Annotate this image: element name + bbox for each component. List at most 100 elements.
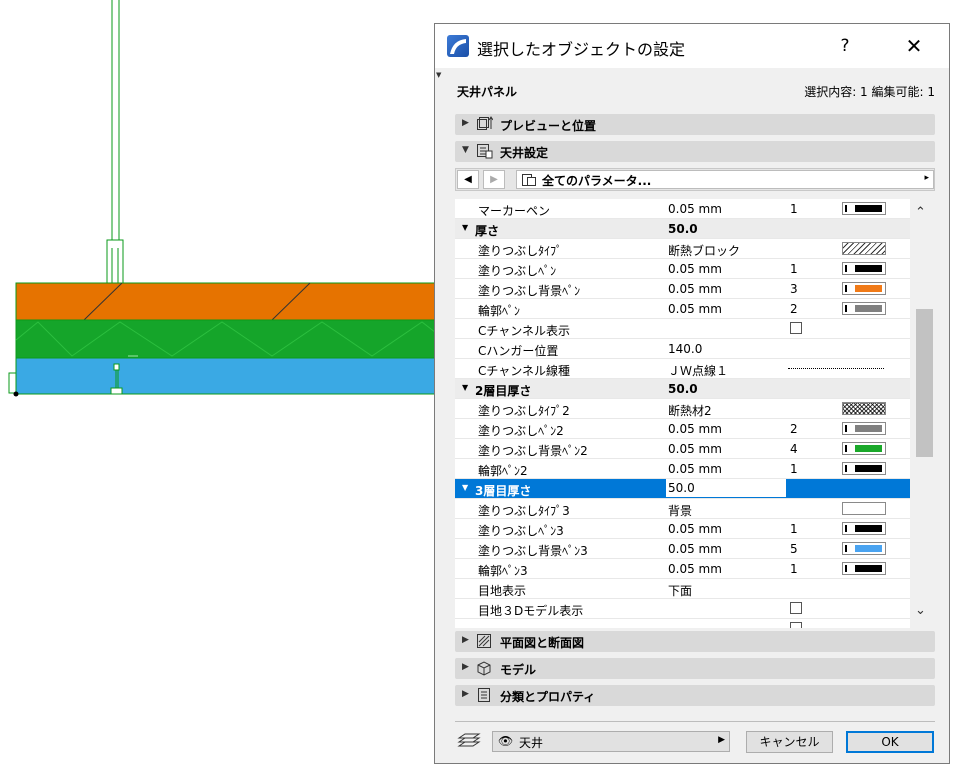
ok-button[interactable]: OK: [846, 731, 934, 753]
pen-number[interactable]: 2: [790, 422, 798, 436]
dropdown-arrow-icon: ▸: [924, 173, 929, 183]
pen-color-swatch[interactable]: [842, 422, 886, 435]
line-type-preview[interactable]: [788, 368, 884, 369]
parameter-row[interactable]: 塗りつぶしﾀｲﾌﾟ 断熱ブロック: [455, 239, 910, 259]
swatch-weight-mark: [845, 465, 847, 472]
pen-number[interactable]: 1: [790, 462, 798, 476]
parameter-row[interactable]: 塗りつぶし背景ﾍﾟﾝ3 0.05 mm 5: [455, 539, 910, 559]
pen-color-swatch[interactable]: [842, 542, 886, 555]
checkbox[interactable]: [790, 602, 802, 614]
checkbox[interactable]: [790, 322, 802, 334]
parameter-list[interactable]: マーカーペン 0.05 mm 1 ▼ 厚さ 50.0 塗りつぶしﾀｲﾌﾟ 断熱ブロック 塗りつぶ…: [455, 199, 910, 628]
anchor-point[interactable]: [13, 391, 19, 397]
pen-color-swatch[interactable]: [842, 522, 886, 535]
parameter-row[interactable]: 塗りつぶしﾍﾟﾝ2 0.05 mm 2: [455, 419, 910, 439]
parameter-value[interactable]: ＪＷ点線１: [668, 362, 728, 379]
parameter-value[interactable]: 50.0: [668, 222, 698, 236]
parameter-value[interactable]: 0.05 mm: [668, 422, 722, 436]
parameter-value[interactable]: 0.05 mm: [668, 202, 722, 216]
parameter-group-row[interactable]: ▼ 3層目厚さ 50.0: [455, 479, 910, 499]
parameter-value[interactable]: 0.05 mm: [668, 562, 722, 576]
scroll-down-icon[interactable]: ⌄: [915, 603, 926, 618]
swatch-weight-mark: [845, 545, 847, 552]
parameter-row[interactable]: 塗りつぶしﾍﾟﾝ 0.05 mm 1: [455, 259, 910, 279]
parameter-row[interactable]: マーカーペン 0.05 mm 1: [455, 199, 910, 219]
parameter-row[interactable]: 塗りつぶし背景ﾍﾟﾝ 0.05 mm 3: [455, 279, 910, 299]
parameter-value[interactable]: 0.05 mm: [668, 542, 722, 556]
parameter-value[interactable]: 140.0: [668, 342, 702, 356]
pen-number[interactable]: 1: [790, 562, 798, 576]
help-button[interactable]: ?: [830, 32, 860, 60]
dialog-title: 選択したオブジェクトの設定: [477, 40, 686, 59]
parameter-value[interactable]: 0.05 mm: [668, 262, 722, 276]
scroll-up-icon[interactable]: ⌃: [915, 205, 926, 220]
pen-color-swatch[interactable]: [842, 282, 886, 295]
parameter-value[interactable]: 0.05 mm: [668, 462, 722, 476]
group-collapse-icon[interactable]: ▼: [462, 223, 468, 232]
parameter-group-row[interactable]: ▼ 厚さ 50.0: [455, 219, 910, 239]
parameter-row[interactable]: 目地表示 下面: [455, 579, 910, 599]
layer-dropdown[interactable]: 👁 天井 ▶: [492, 731, 730, 752]
section-plan-section[interactable]: ▶ 平面図と断面図: [455, 631, 935, 652]
parameter-value[interactable]: 背景: [668, 502, 692, 519]
parameter-row[interactable]: 輪郭ﾍﾟﾝ 0.05 mm 2: [455, 299, 910, 319]
drawing-canvas[interactable]: [0, 0, 440, 779]
parameter-value-input[interactable]: 50.0: [666, 479, 786, 497]
parameter-row[interactable]: Cハンガー位置 140.0: [455, 339, 910, 359]
parameter-scrollbar[interactable]: ⌃ ⌄: [910, 199, 935, 628]
pen-number[interactable]: 1: [790, 522, 798, 536]
parameter-value[interactable]: 50.0: [668, 382, 698, 396]
fill-pattern-swatch[interactable]: [842, 502, 886, 515]
pen-number[interactable]: 1: [790, 262, 798, 276]
parameter-value[interactable]: 下面: [668, 582, 692, 599]
parameter-row[interactable]: 塗りつぶしﾀｲﾌﾟ3 背景: [455, 499, 910, 519]
title-bar[interactable]: 選択したオブジェクトの設定 ? ✕: [435, 24, 949, 68]
parameter-row[interactable]: 塗りつぶしﾀｲﾌﾟ2 断熱材2: [455, 399, 910, 419]
parameter-row[interactable]: 目地３Dモデル表示: [455, 599, 910, 619]
parameter-value[interactable]: 断熱材2: [668, 402, 712, 419]
prev-page-button[interactable]: ◀: [457, 170, 479, 189]
parameter-name: 輪郭ﾍﾟﾝ2: [478, 464, 528, 478]
section-ceiling-settings[interactable]: ▼ 天井設定: [455, 141, 935, 162]
pen-number[interactable]: 5: [790, 542, 798, 556]
pen-number[interactable]: 1: [790, 202, 798, 216]
parameter-row[interactable]: Cチャンネル表示: [455, 319, 910, 339]
close-button[interactable]: ✕: [897, 32, 931, 60]
pen-color-swatch[interactable]: [842, 262, 886, 275]
parameter-row[interactable]: [455, 619, 910, 628]
cancel-button[interactable]: キャンセル: [746, 731, 833, 753]
pen-color-swatch[interactable]: [842, 302, 886, 315]
parameter-filter-dropdown[interactable]: 全てのパラメータ... ▸: [516, 170, 934, 189]
pen-number[interactable]: 3: [790, 282, 798, 296]
pen-number[interactable]: 4: [790, 442, 798, 456]
parameter-value[interactable]: 0.05 mm: [668, 522, 722, 536]
parameter-value[interactable]: 断熱ブロック: [668, 242, 740, 259]
footer-divider: [455, 721, 935, 722]
pen-color-swatch[interactable]: [842, 462, 886, 475]
next-page-button[interactable]: ▶: [483, 170, 505, 189]
scroll-thumb[interactable]: [916, 309, 933, 457]
section-model[interactable]: ▶ モデル: [455, 658, 935, 679]
swatch-weight-mark: [845, 265, 847, 272]
parameter-value[interactable]: 0.05 mm: [668, 282, 722, 296]
group-collapse-icon[interactable]: ▼: [462, 483, 468, 492]
parameter-row[interactable]: Cチャンネル線種 ＪＷ点線１: [455, 359, 910, 379]
pen-color-swatch[interactable]: [842, 442, 886, 455]
fill-pattern-swatch[interactable]: [842, 242, 886, 255]
parameter-value[interactable]: 0.05 mm: [668, 302, 722, 316]
pen-color-swatch[interactable]: [842, 562, 886, 575]
fill-pattern-swatch[interactable]: [842, 402, 886, 415]
section-preview-position[interactable]: ▶ プレビューと位置: [455, 114, 935, 135]
pen-color-swatch[interactable]: [842, 202, 886, 215]
parameter-row[interactable]: 輪郭ﾍﾟﾝ2 0.05 mm 1: [455, 459, 910, 479]
parameter-value[interactable]: 0.05 mm: [668, 442, 722, 456]
section-classification[interactable]: ▶ 分類とプロパティ: [455, 685, 935, 706]
group-collapse-icon[interactable]: ▼: [462, 383, 468, 392]
parameter-group-row[interactable]: ▼ 2層目厚さ 50.0: [455, 379, 910, 399]
checkbox[interactable]: [790, 622, 802, 628]
pen-number[interactable]: 2: [790, 302, 798, 316]
parameter-row[interactable]: 輪郭ﾍﾟﾝ3 0.05 mm 1: [455, 559, 910, 579]
blue-layer: [15, 357, 440, 395]
parameter-row[interactable]: 塗りつぶしﾍﾟﾝ3 0.05 mm 1: [455, 519, 910, 539]
parameter-row[interactable]: 塗りつぶし背景ﾍﾟﾝ2 0.05 mm 4: [455, 439, 910, 459]
